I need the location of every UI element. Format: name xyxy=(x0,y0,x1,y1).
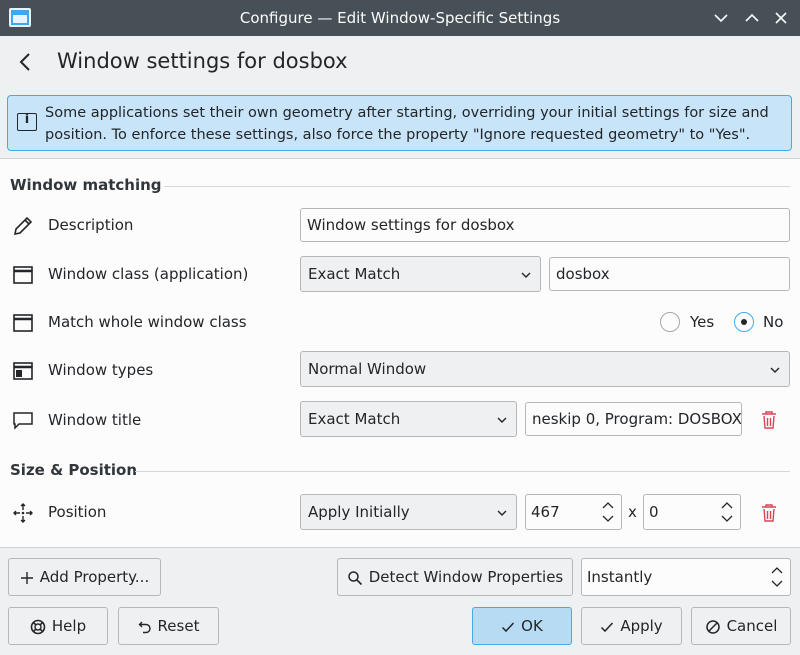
window-types-icon xyxy=(11,359,35,383)
window-types-select[interactable]: Normal Window xyxy=(300,351,790,387)
help-label: Help xyxy=(51,617,87,635)
position-separator: x xyxy=(628,503,637,521)
spin-arrows-icon[interactable] xyxy=(770,565,784,589)
whole-class-yes-radio[interactable] xyxy=(660,312,680,332)
position-policy-select[interactable]: Apply Initially xyxy=(300,494,517,530)
position-label: Position xyxy=(48,503,107,521)
window-class-label: Window class (application) xyxy=(48,265,249,283)
apply-button[interactable]: Apply xyxy=(581,607,682,645)
page-title: Window settings for dosbox xyxy=(57,49,348,73)
move-arrows-icon xyxy=(11,501,35,525)
section-divider xyxy=(164,186,790,187)
spin-arrows-icon[interactable] xyxy=(720,500,734,524)
reset-label: Reset xyxy=(157,617,200,635)
position-y-value: 0 xyxy=(649,503,659,521)
speech-bubble-icon xyxy=(11,408,35,432)
maximize-icon[interactable] xyxy=(741,7,763,29)
delete-icon[interactable] xyxy=(760,503,778,523)
section-title-size-position: Size & Position xyxy=(10,461,138,479)
section-divider xyxy=(135,471,790,472)
position-policy-value: Apply Initially xyxy=(308,503,410,521)
detect-window-properties-button[interactable]: Detect Window Properties xyxy=(337,558,573,596)
window-icon xyxy=(11,263,35,287)
back-icon[interactable] xyxy=(14,50,38,74)
cancel-label: Cancel xyxy=(726,617,778,635)
description-input[interactable]: Window settings for dosbox xyxy=(300,208,790,242)
chevron-down-icon xyxy=(497,417,507,423)
window-title-match-select[interactable]: Exact Match xyxy=(300,401,517,437)
checkmark-icon xyxy=(601,621,614,632)
whole-class-yes-label[interactable]: Yes xyxy=(690,313,714,331)
section-title-window-matching: Window matching xyxy=(10,176,162,194)
window-title: Configure — Edit Window-Specific Setting… xyxy=(239,9,561,27)
chevron-down-icon xyxy=(770,367,780,373)
window-types-label: Window types xyxy=(48,361,154,379)
detect-delay-value: Instantly xyxy=(587,568,653,586)
window-title-match-value: Exact Match xyxy=(308,410,401,428)
add-property-button[interactable]: Add Property... xyxy=(8,558,161,596)
lifebuoy-icon xyxy=(30,619,46,634)
chevron-down-icon xyxy=(497,510,507,516)
apply-label: Apply xyxy=(620,617,663,635)
properties-panel[interactable]: Window matching Description Window setti… xyxy=(0,158,800,548)
window-icon xyxy=(11,311,35,335)
checkmark-icon xyxy=(502,621,515,632)
description-label: Description xyxy=(48,216,134,234)
pencil-icon xyxy=(11,214,35,238)
whole-class-no-radio[interactable] xyxy=(734,312,754,332)
search-icon xyxy=(347,570,362,585)
detect-delay-spinbox[interactable]: Instantly xyxy=(581,558,791,596)
window-class-match-value: Exact Match xyxy=(308,265,401,283)
window-class-input[interactable]: dosbox xyxy=(549,257,790,291)
plus-icon xyxy=(20,571,33,584)
chevron-down-icon xyxy=(521,272,531,278)
help-button[interactable]: Help xyxy=(8,607,108,645)
whole-class-label: Match whole window class xyxy=(48,313,247,331)
position-y-spinbox[interactable]: 0 xyxy=(643,494,741,530)
minimize-icon[interactable] xyxy=(710,7,732,29)
whole-class-no-label[interactable]: No xyxy=(763,313,783,331)
window-title-input[interactable]: neskip 0, Program: DOSBOX xyxy=(525,402,742,436)
delete-icon[interactable] xyxy=(760,410,778,430)
position-x-spinbox[interactable]: 467 xyxy=(525,494,622,530)
undo-icon xyxy=(138,621,151,633)
ok-label: OK xyxy=(521,617,543,635)
window-class-match-select[interactable]: Exact Match xyxy=(300,256,541,292)
window-types-value: Normal Window xyxy=(308,360,427,378)
window-title-label: Window title xyxy=(48,411,142,429)
reset-button[interactable]: Reset xyxy=(118,607,219,645)
window-titlebar: Configure — Edit Window-Specific Setting… xyxy=(0,0,800,36)
position-x-value: 467 xyxy=(531,503,560,521)
cancel-button[interactable]: Cancel xyxy=(691,607,791,645)
spin-arrows-icon[interactable] xyxy=(601,500,615,524)
page-header: Window settings for dosbox xyxy=(0,36,800,90)
detect-label: Detect Window Properties xyxy=(368,568,564,586)
banner-text: Some applications set their own geometry… xyxy=(45,105,769,143)
close-icon[interactable] xyxy=(770,7,792,29)
info-banner: Some applications set their own geometry… xyxy=(7,95,792,151)
add-property-label: Add Property... xyxy=(39,568,150,586)
info-icon xyxy=(17,112,37,131)
cancel-icon xyxy=(705,619,720,634)
ok-button[interactable]: OK xyxy=(472,607,572,645)
